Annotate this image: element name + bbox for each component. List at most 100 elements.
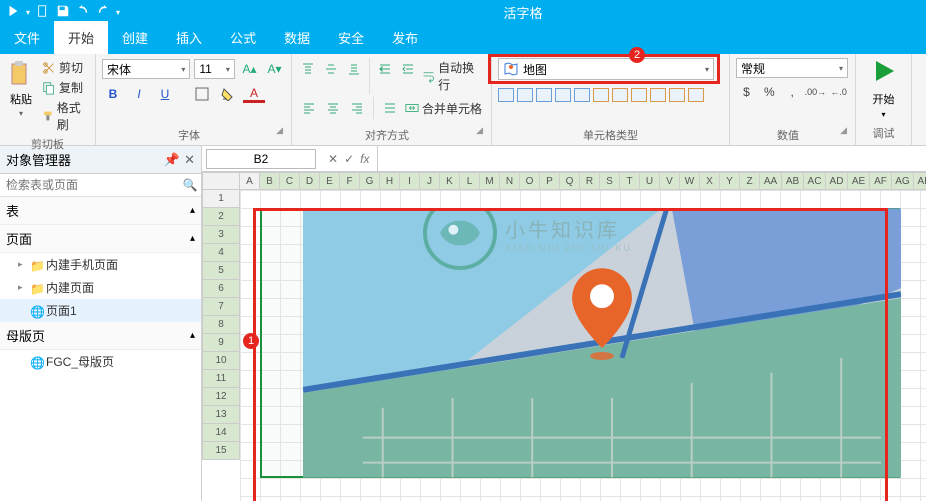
underline-button[interactable]: U — [154, 83, 176, 105]
col-header[interactable]: L — [460, 172, 480, 190]
col-header[interactable]: P — [540, 172, 560, 190]
tab-formula[interactable]: 公式 — [216, 21, 270, 54]
run-icon[interactable] — [6, 4, 20, 21]
row-header[interactable]: 8 — [202, 316, 240, 334]
font-color-button[interactable]: A — [243, 85, 265, 103]
section-tables[interactable]: 表▴ — [0, 197, 201, 225]
row-header[interactable]: 1 — [202, 190, 240, 208]
col-header[interactable]: C — [280, 172, 300, 190]
celltype-combo[interactable]: 地图▾ — [498, 58, 714, 80]
col-header[interactable]: W — [680, 172, 700, 190]
col-header[interactable]: H — [380, 172, 400, 190]
col-header[interactable]: M — [480, 172, 500, 190]
tab-create[interactable]: 创建 — [108, 21, 162, 54]
number-dialog-launcher[interactable]: ◢ — [840, 125, 849, 143]
row-header[interactable]: 15 — [202, 442, 240, 460]
search-input[interactable] — [0, 174, 179, 196]
col-header[interactable]: Z — [740, 172, 760, 190]
row-header[interactable]: 13 — [202, 406, 240, 424]
col-header[interactable]: O — [520, 172, 540, 190]
undo-icon[interactable] — [76, 4, 90, 21]
select-all-corner[interactable] — [202, 172, 240, 190]
bold-button[interactable]: B — [102, 83, 124, 105]
col-header[interactable]: AA — [760, 172, 782, 190]
italic-button[interactable]: I — [128, 83, 150, 105]
col-header[interactable]: G — [360, 172, 380, 190]
celltype-gallery[interactable] — [498, 88, 723, 102]
merge-cells-button[interactable]: 合并单元格 — [403, 97, 484, 119]
col-header[interactable]: AG — [892, 172, 914, 190]
row-header[interactable]: 2 — [202, 208, 240, 226]
col-header[interactable]: Q — [560, 172, 580, 190]
number-format-combo[interactable]: 常规▾ — [736, 58, 848, 78]
rotate-text-icon[interactable] — [379, 97, 401, 119]
row-header[interactable]: 11 — [202, 370, 240, 388]
decrease-decimal-icon[interactable]: ←.0 — [828, 81, 849, 103]
tab-security[interactable]: 安全 — [324, 21, 378, 54]
master-item[interactable]: 🌐FGC_母版页 — [0, 350, 201, 373]
indent-increase-icon[interactable] — [397, 58, 418, 80]
cancel-formula-icon[interactable]: ✕ — [328, 152, 338, 166]
percent-icon[interactable]: % — [759, 81, 780, 103]
row-header[interactable]: 10 — [202, 352, 240, 370]
decrease-font-icon[interactable]: A▾ — [264, 58, 285, 80]
col-header[interactable]: AB — [782, 172, 804, 190]
col-header[interactable]: A — [240, 172, 260, 190]
col-header[interactable]: AH — [914, 172, 926, 190]
tab-insert[interactable]: 插入 — [162, 21, 216, 54]
align-bottom-icon[interactable] — [343, 58, 364, 80]
save-icon[interactable] — [56, 4, 70, 21]
row-header[interactable]: 12 — [202, 388, 240, 406]
align-middle-icon[interactable] — [321, 58, 342, 80]
col-header[interactable]: I — [400, 172, 420, 190]
tab-publish[interactable]: 发布 — [378, 21, 432, 54]
confirm-formula-icon[interactable]: ✓ — [344, 152, 354, 166]
col-header[interactable]: U — [640, 172, 660, 190]
font-dialog-launcher[interactable]: ◢ — [276, 125, 285, 143]
page-item-builtin[interactable]: ▸📁内建页面 — [0, 276, 201, 299]
row-header[interactable]: 7 — [202, 298, 240, 316]
col-header[interactable]: X — [700, 172, 720, 190]
paste-icon[interactable] — [10, 60, 32, 89]
tab-file[interactable]: 文件 — [0, 21, 54, 54]
col-header[interactable]: AC — [804, 172, 826, 190]
new-file-icon[interactable] — [36, 4, 50, 21]
page-item-page1[interactable]: 🌐页面1 — [0, 299, 201, 322]
grid[interactable]: ABCDEFGHIJKLMNOPQRSTUVWXYZAAABACADAEAFAG… — [202, 172, 926, 501]
font-size-combo[interactable]: 11▾ — [194, 59, 235, 79]
col-header[interactable]: S — [600, 172, 620, 190]
pin-icon[interactable]: 📌 — [164, 152, 180, 168]
align-dialog-launcher[interactable]: ◢ — [476, 125, 485, 143]
align-top-icon[interactable] — [298, 58, 319, 80]
tab-home[interactable]: 开始 — [54, 21, 108, 54]
col-header[interactable]: AE — [848, 172, 870, 190]
fx-icon[interactable]: fx — [360, 152, 369, 166]
paste-label[interactable]: 粘贴 — [10, 91, 32, 107]
align-center-icon[interactable] — [322, 97, 344, 119]
align-right-icon[interactable] — [346, 97, 368, 119]
row-header[interactable]: 5 — [202, 262, 240, 280]
section-master[interactable]: 母版页▴ — [0, 322, 201, 350]
col-header[interactable]: D — [300, 172, 320, 190]
increase-font-icon[interactable]: A▴ — [239, 58, 260, 80]
align-left-icon[interactable] — [298, 97, 320, 119]
increase-decimal-icon[interactable]: .00→ — [805, 81, 827, 103]
cut-button[interactable]: 剪切 — [40, 58, 89, 77]
fill-color-button[interactable] — [217, 83, 239, 105]
format-painter-button[interactable]: 格式刷 — [40, 98, 89, 134]
col-header[interactable]: B — [260, 172, 280, 190]
col-header[interactable]: AD — [826, 172, 848, 190]
col-header[interactable]: AF — [870, 172, 892, 190]
row-header[interactable]: 6 — [202, 280, 240, 298]
col-header[interactable]: E — [320, 172, 340, 190]
name-box[interactable]: B2 — [206, 149, 316, 169]
row-header[interactable]: 3 — [202, 226, 240, 244]
col-header[interactable]: V — [660, 172, 680, 190]
row-header[interactable]: 4 — [202, 244, 240, 262]
search-icon[interactable]: 🔍 — [179, 174, 201, 196]
page-item-mobile[interactable]: ▸📁内建手机页面 — [0, 253, 201, 276]
currency-icon[interactable]: $ — [736, 81, 757, 103]
col-header[interactable]: F — [340, 172, 360, 190]
col-header[interactable]: Y — [720, 172, 740, 190]
formula-input[interactable] — [377, 146, 926, 171]
